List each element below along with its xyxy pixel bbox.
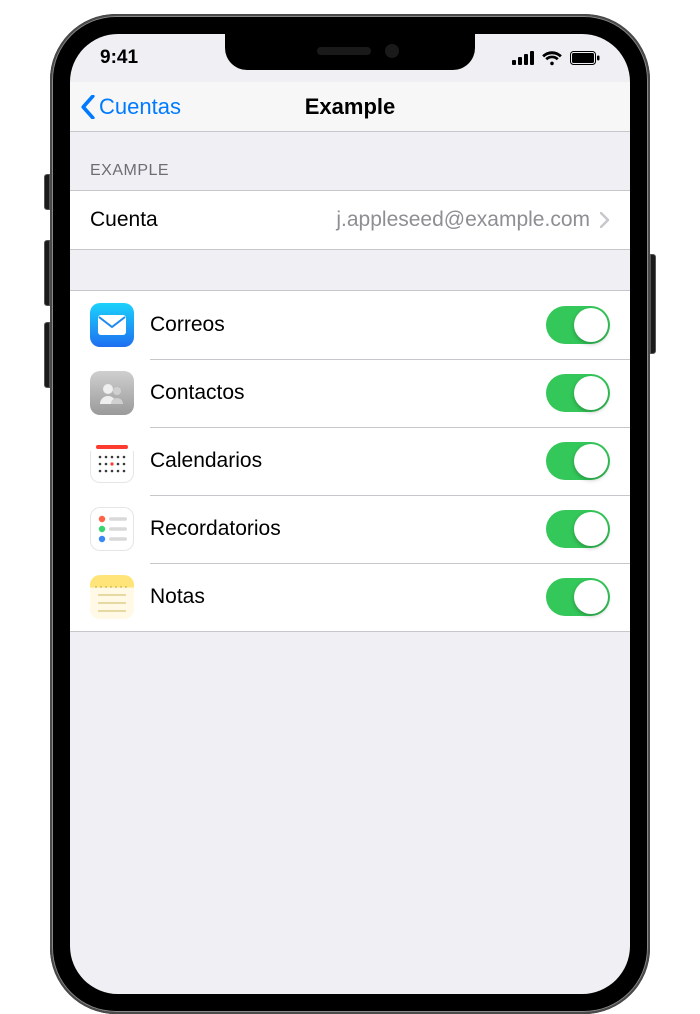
section-header: EXAMPLE	[70, 132, 630, 190]
volume-up-button	[44, 240, 50, 306]
device-screen: 9:41 Cuentas Example EXAMPLE Cuenta j.ap…	[70, 34, 630, 994]
service-row-mail: Correos	[70, 291, 630, 359]
mail-icon	[90, 303, 134, 347]
contacts-icon	[90, 371, 134, 415]
service-label: Correos	[150, 313, 546, 337]
service-row-calendar: Calendarios	[70, 427, 630, 495]
service-row-notes: Notas	[70, 563, 630, 631]
account-row-value: j.appleseed@example.com	[158, 208, 600, 232]
device-notch	[225, 34, 475, 70]
mail-toggle[interactable]	[546, 306, 610, 344]
volume-down-button	[44, 322, 50, 388]
back-button[interactable]: Cuentas	[80, 94, 181, 120]
reminders-toggle[interactable]	[546, 510, 610, 548]
contacts-toggle[interactable]	[546, 374, 610, 412]
reminders-icon	[90, 507, 134, 551]
service-label: Contactos	[150, 381, 546, 405]
service-label: Notas	[150, 585, 546, 609]
notes-toggle[interactable]	[546, 578, 610, 616]
services-list: Correos Contactos Calendarios	[70, 290, 630, 632]
phone-frame: 9:41 Cuentas Example EXAMPLE Cuenta j.ap…	[50, 14, 650, 1014]
chevron-right-icon	[600, 212, 610, 228]
cellular-icon	[512, 51, 534, 65]
page-title: Example	[305, 94, 396, 120]
status-time: 9:41	[100, 47, 138, 69]
calendar-icon	[90, 439, 134, 483]
service-row-reminders: Recordatorios	[70, 495, 630, 563]
account-row-label: Cuenta	[90, 208, 158, 232]
service-row-contacts: Contactos	[70, 359, 630, 427]
wifi-icon	[541, 51, 563, 66]
chevron-left-icon	[80, 95, 96, 119]
notes-icon	[90, 575, 134, 619]
side-button	[650, 254, 656, 354]
navigation-bar: Cuentas Example	[70, 82, 630, 132]
ringer-switch	[44, 174, 50, 210]
battery-icon	[570, 51, 600, 65]
account-row[interactable]: Cuenta j.appleseed@example.com	[70, 191, 630, 249]
account-list: Cuenta j.appleseed@example.com	[70, 190, 630, 250]
section-gap	[70, 250, 630, 290]
service-label: Calendarios	[150, 449, 546, 473]
service-label: Recordatorios	[150, 517, 546, 541]
back-label: Cuentas	[99, 94, 181, 120]
calendar-toggle[interactable]	[546, 442, 610, 480]
